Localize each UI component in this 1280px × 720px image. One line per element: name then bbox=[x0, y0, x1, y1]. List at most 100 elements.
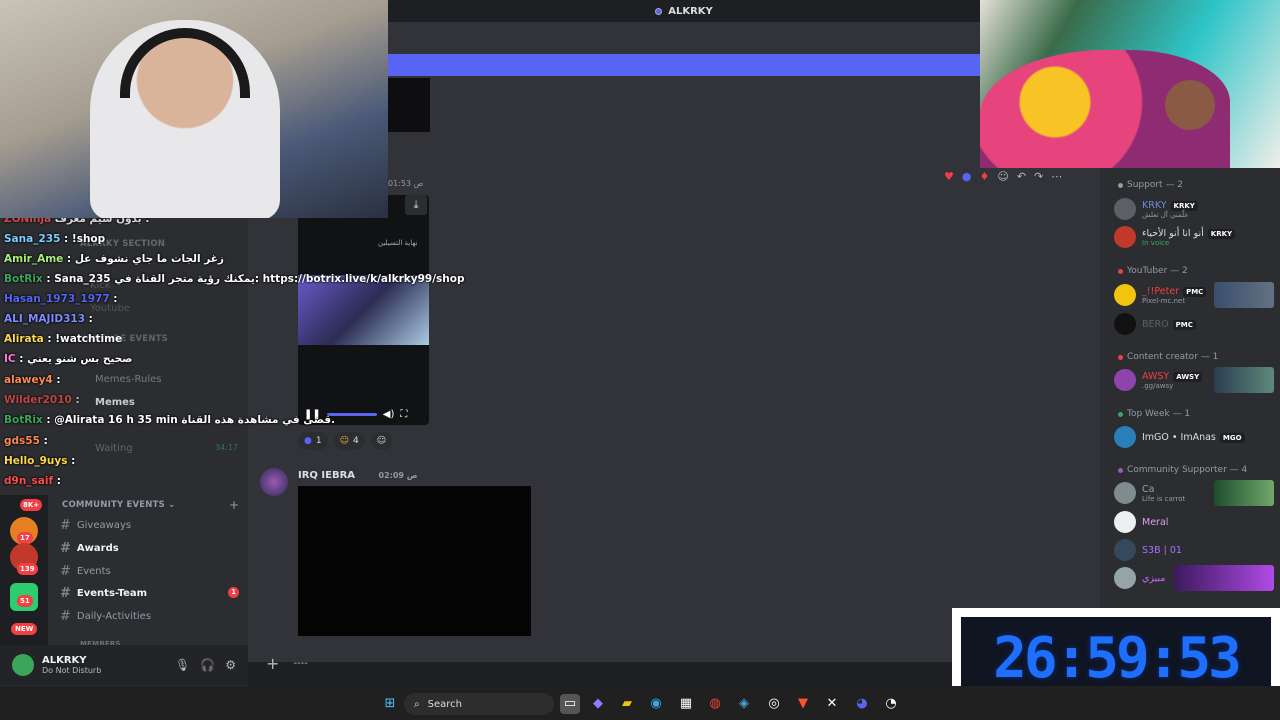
member-item[interactable]: أنو انا أنو الأحياء KRKY In voice bbox=[1114, 226, 1236, 248]
app-icon[interactable]: ◔ bbox=[881, 694, 901, 714]
search-label: Search bbox=[427, 698, 462, 710]
discord-icon[interactable]: ◕ bbox=[852, 694, 872, 714]
chat-user: Alirata bbox=[4, 333, 44, 345]
role-dot-icon bbox=[1118, 354, 1123, 360]
member-subtext: In voice bbox=[1142, 238, 1170, 247]
subathon-timer: 26:59:53 bbox=[993, 626, 1242, 691]
channel-giveaways[interactable]: # Giveaways bbox=[60, 518, 131, 533]
member-item[interactable]: Ca Life is carrot bbox=[1114, 482, 1185, 504]
member-name: ImGO • ImAnas bbox=[1142, 431, 1216, 443]
heart-icon[interactable]: ♥ bbox=[944, 170, 954, 183]
gear-icon[interactable]: ⚙ bbox=[225, 658, 236, 672]
more-icon[interactable]: ⋯ bbox=[1051, 170, 1062, 183]
add-channel-icon[interactable]: + bbox=[229, 498, 239, 512]
chat-line: Alirata : !watchtime bbox=[4, 333, 122, 345]
user-status: Do Not Disturb bbox=[42, 666, 102, 675]
webcam-guest bbox=[980, 0, 1280, 168]
hash-icon: # bbox=[60, 541, 71, 556]
edge-icon[interactable]: ◉ bbox=[646, 694, 666, 714]
chat-user: IC bbox=[4, 353, 16, 365]
message-image[interactable] bbox=[298, 486, 531, 636]
member-subtext: علّمني آل تعلش bbox=[1142, 210, 1189, 219]
fullscreen-icon[interactable]: ⛶ bbox=[400, 409, 407, 420]
chat-text: : bbox=[113, 293, 118, 305]
add-reaction-icon[interactable]: ☺ bbox=[997, 170, 1008, 183]
message-hover-toolbar: ♥ ● ♦ ☺ ↶ ↷ ⋯ bbox=[944, 168, 1062, 184]
embed-thumbnail[interactable] bbox=[388, 78, 430, 132]
chat-text: : bbox=[56, 374, 61, 386]
member-item[interactable]: BERO PMC bbox=[1114, 313, 1196, 335]
group-title: Support — 2 bbox=[1127, 180, 1184, 190]
windows-start-icon[interactable]: ⊞ bbox=[380, 694, 400, 714]
chat-line: gds55 : bbox=[4, 435, 48, 447]
chat-user: Amir_Ame bbox=[4, 253, 64, 265]
chat-line: BotRix : @Alirata 16 h 35 min قضى في مشا… bbox=[4, 414, 335, 426]
channel-label: Awards bbox=[76, 543, 119, 554]
mention-badge: 1 bbox=[228, 587, 239, 598]
chrome-icon[interactable]: ◍ bbox=[705, 694, 725, 714]
server-badge: 139 bbox=[17, 563, 38, 575]
reaction-icon[interactable]: ● bbox=[962, 170, 972, 183]
member-avatar bbox=[1114, 567, 1136, 589]
member-name: مبيزي bbox=[1142, 572, 1166, 584]
steam-icon[interactable]: ◈ bbox=[734, 694, 754, 714]
channel-label: Giveaways bbox=[76, 520, 132, 531]
add-attachment-icon[interactable]: + bbox=[266, 654, 279, 673]
headphones-icon[interactable]: 🎧 bbox=[200, 658, 215, 672]
member-item[interactable]: Meral bbox=[1114, 511, 1168, 533]
brave-icon[interactable]: ▼ bbox=[793, 694, 813, 714]
user-name[interactable]: ALKRKY bbox=[42, 655, 101, 666]
message-composer[interactable]: + ---- bbox=[258, 650, 958, 676]
chat-user: Sana_235 bbox=[4, 233, 61, 245]
channel-events-team[interactable]: # Events-Team bbox=[60, 586, 147, 601]
channel-daily-activities[interactable]: # Daily-Activities bbox=[60, 609, 151, 624]
member-avatar bbox=[1114, 284, 1136, 306]
member-item[interactable]: مبيزي bbox=[1114, 567, 1166, 589]
channel-events[interactable]: # Events bbox=[60, 564, 111, 579]
notice-banner[interactable] bbox=[388, 54, 980, 76]
role-dot-icon bbox=[1118, 182, 1123, 188]
member-item[interactable]: KRKY KRKY علّمني آل تعلش bbox=[1114, 198, 1198, 220]
server-badge: 51 bbox=[17, 595, 33, 607]
role-dot-icon bbox=[1118, 411, 1123, 417]
server-rail: 8K+ 17 139 51 NEW bbox=[0, 495, 48, 645]
member-item[interactable]: AWSY AWSY .gg/awsy bbox=[1114, 369, 1203, 391]
member-group-header: YouTuber — 2 bbox=[1118, 266, 1188, 276]
status-dot-icon bbox=[655, 7, 663, 15]
guest-figure bbox=[1165, 80, 1215, 130]
member-item[interactable]: _!!Peter PMC Pixel-mc.net bbox=[1114, 284, 1207, 306]
hash-icon: # bbox=[60, 564, 71, 579]
member-banner bbox=[1214, 480, 1274, 506]
chat-text: : bbox=[75, 394, 80, 406]
channel-label: Events-Team bbox=[76, 588, 148, 599]
member-item[interactable]: S3B | 01 bbox=[1114, 539, 1182, 561]
group-title: Top Week — 1 bbox=[1127, 409, 1191, 419]
channel-awards[interactable]: # Awards bbox=[60, 541, 119, 556]
copilot-icon[interactable]: ◆ bbox=[588, 694, 608, 714]
chat-user: BotRix bbox=[4, 273, 43, 285]
x-app-icon[interactable]: ✕ bbox=[822, 694, 842, 714]
taskbar-search[interactable]: ⌕ Search bbox=[404, 693, 554, 715]
obs-icon[interactable]: ◎ bbox=[764, 694, 784, 714]
reply-icon[interactable]: ↶ bbox=[1017, 170, 1026, 183]
chat-text: : bbox=[88, 313, 93, 325]
download-icon[interactable]: ⤓ bbox=[405, 195, 427, 215]
chat-text: : Sana_235 يمكنك رؤية متجر القناة في: ht… bbox=[46, 273, 465, 285]
message-time: 01:53 ص bbox=[388, 179, 424, 188]
chat-text: : !watchtime bbox=[47, 333, 123, 345]
member-tag: PMC bbox=[1172, 319, 1196, 330]
pin-icon[interactable]: ♦ bbox=[979, 170, 989, 183]
chat-user: Hello_9uys bbox=[4, 455, 68, 467]
forward-icon[interactable]: ↷ bbox=[1034, 170, 1043, 183]
member-item[interactable]: ImGO • ImAnas MGO bbox=[1114, 426, 1245, 448]
task-view-icon[interactable]: ▭ bbox=[560, 694, 580, 714]
category-community-events[interactable]: COMMUNITY EVENTS ⌄ bbox=[62, 500, 175, 510]
file-explorer-icon[interactable]: ▰ bbox=[617, 694, 637, 714]
microphone-icon[interactable]: 🎙 bbox=[175, 658, 190, 672]
store-icon[interactable]: ▦ bbox=[676, 694, 696, 714]
member-avatar bbox=[1114, 226, 1136, 248]
channel-label: Daily-Activities bbox=[76, 611, 152, 622]
chat-line: IC : صحيح بس شنو يعني bbox=[4, 353, 132, 365]
member-avatar bbox=[1114, 482, 1136, 504]
user-avatar[interactable] bbox=[12, 654, 34, 676]
